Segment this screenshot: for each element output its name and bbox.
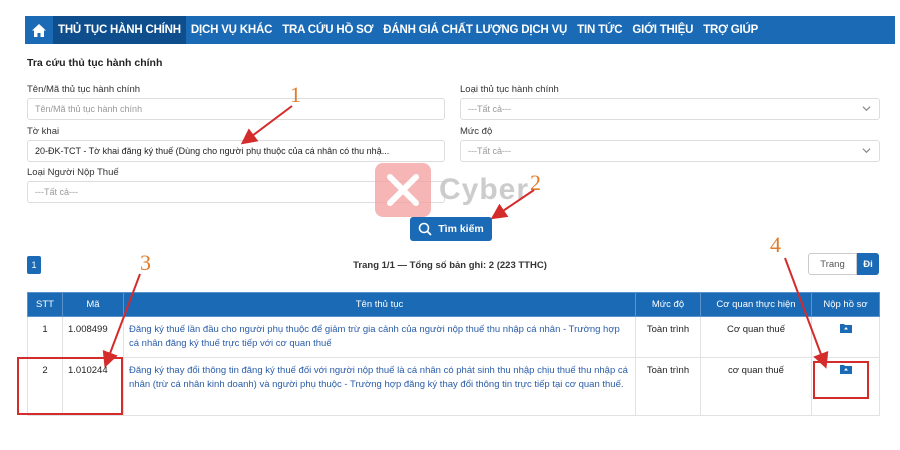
arrow-2-icon	[490, 189, 535, 220]
arrow-3-icon	[102, 273, 141, 368]
arrow-4-icon	[784, 257, 829, 369]
annotation-arrows	[102, 105, 829, 369]
arrow-1-icon	[240, 105, 293, 145]
